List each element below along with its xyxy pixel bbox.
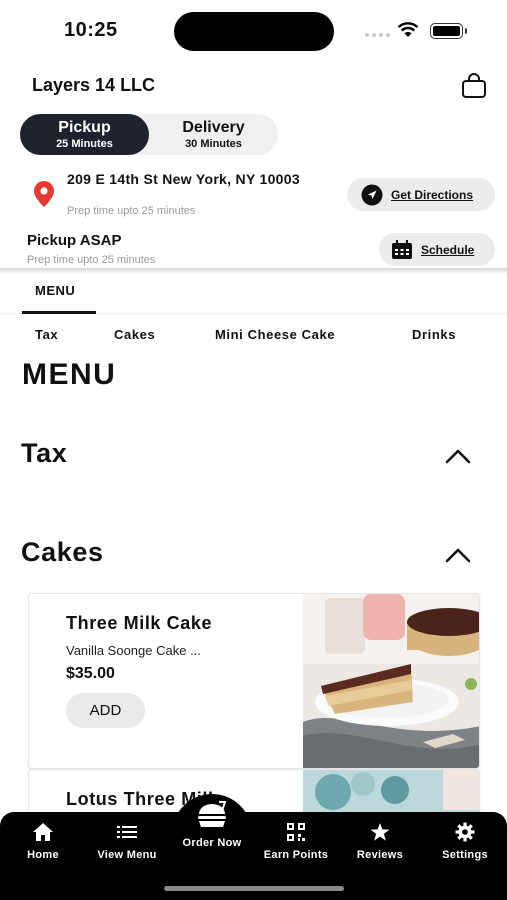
section-title-tax[interactable]: Tax (21, 438, 67, 469)
product-image (303, 594, 479, 768)
pickup-toggle-button[interactable]: Pickup 25 Minutes (20, 114, 149, 155)
get-directions-label: Get Directions (391, 187, 474, 202)
calendar-icon (392, 239, 412, 259)
wifi-icon (397, 22, 419, 37)
menu-heading: MENU (22, 358, 117, 391)
pickup-time: 25 Minutes (56, 138, 113, 150)
category-drinks[interactable]: Drinks (412, 327, 456, 342)
schedule-button[interactable]: Schedule (379, 233, 495, 266)
category-bar: Tax Cakes Mini Cheese Cake Drinks (0, 327, 507, 345)
nav-earn-points-label: Earn Points (263, 849, 329, 861)
chevron-up-icon[interactable] (444, 546, 472, 564)
delivery-label: Delivery (182, 119, 245, 136)
pickup-label: Pickup (58, 119, 111, 136)
status-bar: 10:25 (0, 0, 507, 62)
nav-home-label: Home (27, 849, 59, 861)
product-name: Three Milk Cake (66, 613, 213, 633)
nav-reviews[interactable]: Reviews (353, 822, 407, 863)
nav-home[interactable]: Home (22, 822, 64, 863)
order-mode-toggle: Pickup 25 Minutes Delivery 30 Minutes (20, 114, 278, 155)
prep-time-note: Prep time upto 25 minutes (67, 205, 196, 217)
delivery-toggle-button[interactable]: Delivery 30 Minutes (149, 114, 278, 155)
get-directions-button[interactable]: Get Directions (347, 178, 495, 211)
list-icon (117, 826, 137, 838)
dynamic-island (174, 12, 334, 51)
nav-settings[interactable]: Settings (437, 822, 493, 863)
tab-menu-indicator (22, 311, 96, 314)
status-time: 10:25 (64, 19, 118, 41)
home-indicator (164, 886, 344, 891)
battery-icon (430, 23, 463, 39)
delivery-time: 30 Minutes (185, 138, 242, 150)
star-icon (370, 823, 390, 841)
cellular-signal-icon (365, 33, 390, 37)
nav-earn-points[interactable]: Earn Points (259, 822, 333, 863)
burger-icon (198, 801, 227, 827)
qr-code-icon (287, 823, 305, 841)
nav-view-menu-label: View Menu (97, 849, 157, 861)
nav-reviews-label: Reviews (356, 849, 404, 861)
home-icon (33, 823, 53, 841)
store-address: 209 E 14th St New York, NY 10003 (67, 171, 300, 187)
navigation-arrow-icon (361, 184, 383, 205)
category-tax[interactable]: Tax (35, 327, 58, 342)
location-pin-icon (34, 181, 54, 207)
product-description: Vanilla Soonge Cake ... (66, 643, 201, 658)
nav-view-menu[interactable]: View Menu (92, 822, 162, 863)
gear-icon (455, 822, 475, 842)
store-name: Layers 14 LLC (32, 75, 156, 95)
product-card[interactable]: Three Milk Cake Vanilla Soonge Cake ... … (28, 593, 480, 769)
pickup-asap-label: Pickup ASAP (27, 232, 122, 249)
chevron-up-icon[interactable] (444, 447, 472, 465)
pickup-prep-note: Prep time upto 25 minutes (27, 254, 156, 266)
nav-settings-label: Settings (442, 849, 488, 861)
add-to-cart-button[interactable]: ADD (66, 693, 145, 728)
tab-menu[interactable]: MENU (35, 283, 75, 298)
shopping-bag-icon[interactable] (460, 72, 488, 100)
nav-order-now-label: Order Now (182, 837, 242, 849)
category-cakes[interactable]: Cakes (114, 327, 155, 342)
schedule-label: Schedule (421, 242, 475, 257)
category-mini-cheese-cake[interactable]: Mini Cheese Cake (215, 327, 335, 342)
battery-tip (465, 28, 467, 34)
header-divider (0, 268, 507, 274)
product-price: $35.00 (66, 665, 115, 682)
nav-order-now[interactable]: Order Now (172, 800, 252, 849)
section-title-cakes[interactable]: Cakes (21, 537, 104, 568)
